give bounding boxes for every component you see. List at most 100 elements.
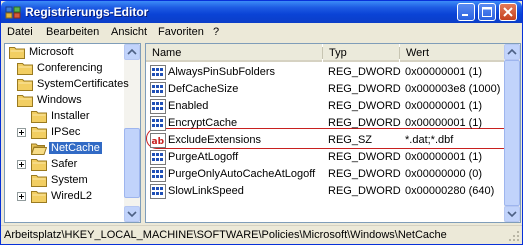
- registry-value-row[interactable]: PurgeOnlyAutoCacheAtLogoff REG_DWORD 0x000…: [146, 166, 502, 183]
- value-data: *.dat;*.dbf: [405, 134, 454, 146]
- value-data: 0x00000001 (1): [405, 151, 483, 163]
- open-folder-icon: [31, 143, 47, 155]
- value-type: REG_DWORD: [328, 83, 401, 95]
- value-name: Enabled: [168, 100, 209, 112]
- value-name: AlwaysPinSubFolders: [168, 66, 275, 78]
- tree-item-label: IPSec: [51, 126, 81, 138]
- value-data: 0x00000001 (1): [405, 117, 483, 129]
- registry-value-row[interactable]: DefCacheSize REG_DWORD 0x000003e8 (1000): [146, 81, 502, 98]
- registry-value-row[interactable]: PurgeAtLogoff REG_DWORD 0x00000001 (1): [146, 149, 502, 166]
- value-type: REG_DWORD: [328, 117, 401, 129]
- menu-bar: Datei Bearbeiten Ansicht Favoriten ?: [1, 23, 522, 41]
- tree-scrollbar[interactable]: [124, 44, 140, 222]
- chevron-up-icon: [127, 48, 137, 55]
- value-type: REG_DWORD: [328, 100, 401, 112]
- dword-value-icon: [150, 150, 166, 165]
- registry-value-row[interactable]: AlwaysPinSubFolders REG_DWORD 0x00000001 (…: [146, 64, 502, 81]
- expand-icon[interactable]: [17, 192, 26, 201]
- tree-item-ipsec[interactable]: IPSec: [5, 125, 123, 141]
- chevron-up-icon: [507, 48, 517, 55]
- value-type: REG_DWORD: [328, 185, 401, 197]
- tree-item-systemcertificates[interactable]: SystemCertificates: [5, 77, 129, 93]
- value-name: PurgeAtLogoff: [168, 151, 239, 163]
- tree-item-label: Safer: [51, 158, 78, 170]
- value-data: 0x00000001 (1): [405, 100, 483, 112]
- tree-item-label: Windows: [37, 94, 82, 106]
- dword-value-icon: [150, 99, 166, 114]
- tree-item-system[interactable]: System: [5, 173, 123, 189]
- registry-editor-window: Registrierungs-Editor Datei Bearbeiten A…: [0, 0, 523, 245]
- folder-icon: [31, 191, 47, 203]
- tree-item-label: Installer: [51, 110, 90, 122]
- expand-icon[interactable]: [17, 160, 26, 169]
- tree-item-microsoft[interactable]: Microsoft: [5, 45, 123, 61]
- menu-help[interactable]: ?: [213, 26, 219, 38]
- key-tree-pane[interactable]: Microsoft Conferencing SystemCertificates W…: [4, 43, 141, 223]
- menu-favorites[interactable]: Favoriten: [158, 26, 204, 38]
- tree-item-label: SystemCertificates: [37, 78, 129, 90]
- dword-value-icon: [150, 116, 166, 131]
- value-data: 0x00000000 (0): [405, 168, 483, 180]
- chevron-down-icon: [507, 211, 517, 218]
- column-header-name[interactable]: Name: [146, 44, 322, 62]
- value-name: SlowLinkSpeed: [168, 185, 244, 197]
- value-type: REG_SZ: [328, 134, 373, 146]
- registry-value-row[interactable]: EncryptCache REG_DWORD 0x00000001 (1): [146, 115, 502, 132]
- column-header-type[interactable]: Typ: [323, 44, 399, 62]
- menu-view[interactable]: Ansicht: [111, 26, 147, 38]
- folder-icon: [31, 111, 47, 123]
- maximize-button[interactable]: [478, 3, 496, 21]
- dword-value-icon: [150, 82, 166, 97]
- value-name: ExcludeExtensions: [168, 134, 261, 146]
- dword-value-icon: [150, 65, 166, 80]
- tree-item-label: System: [51, 174, 88, 186]
- folder-icon: [9, 47, 25, 59]
- folder-icon: [31, 175, 47, 187]
- tree-scroll-thumb[interactable]: [124, 128, 140, 198]
- resize-grip-icon[interactable]: [508, 230, 520, 242]
- tree-item-conferencing[interactable]: Conferencing: [5, 61, 123, 77]
- value-type: REG_DWORD: [328, 151, 401, 163]
- value-type: REG_DWORD: [328, 66, 401, 78]
- tree-scroll-up-button[interactable]: [124, 44, 140, 60]
- string-value-icon: ab: [150, 133, 166, 148]
- tree-item-windows[interactable]: Windows: [5, 93, 123, 109]
- tree-item-netcache[interactable]: NetCache: [5, 141, 123, 157]
- list-scroll-up-button[interactable]: [504, 44, 520, 60]
- registry-value-row[interactable]: Enabled REG_DWORD 0x00000001 (1): [146, 98, 502, 115]
- title-bar[interactable]: Registrierungs-Editor: [1, 1, 522, 23]
- expand-icon[interactable]: [17, 128, 26, 137]
- tree-scroll-down-button[interactable]: [124, 206, 140, 222]
- value-name: EncryptCache: [168, 117, 238, 129]
- dword-value-icon: [150, 167, 166, 182]
- dword-value-icon: [150, 184, 166, 199]
- tree-item-wiredl2[interactable]: WiredL2: [5, 189, 123, 205]
- value-name: PurgeOnlyAutoCacheAtLogoff: [168, 168, 316, 180]
- folder-icon: [31, 159, 47, 171]
- value-data: 0x000003e8 (1000): [405, 83, 501, 95]
- list-scrollbar[interactable]: [504, 44, 520, 222]
- folder-icon: [17, 79, 33, 91]
- chevron-down-icon: [127, 211, 137, 218]
- minimize-button[interactable]: [457, 3, 475, 21]
- status-bar: Arbeitsplatz\HKEY_LOCAL_MACHINE\SOFTWARE…: [1, 225, 522, 244]
- tree-item-safer[interactable]: Safer: [5, 157, 123, 173]
- tree-item-label: Conferencing: [37, 62, 103, 74]
- list-scroll-down-button[interactable]: [504, 206, 520, 222]
- menu-edit[interactable]: Bearbeiten: [46, 26, 99, 38]
- values-list-pane[interactable]: Name Typ Wert AlwaysPinSubFolders REG_DWO…: [145, 43, 521, 223]
- tree-item-installer[interactable]: Installer: [5, 109, 123, 125]
- column-header-value[interactable]: Wert: [400, 44, 504, 62]
- value-data: 0x00000001 (1): [405, 66, 483, 78]
- registry-value-row[interactable]: SlowLinkSpeed REG_DWORD 0x00000280 (640): [146, 183, 502, 200]
- tree-item-label: NetCache: [49, 142, 102, 154]
- value-name: DefCacheSize: [168, 83, 239, 95]
- list-scroll-thumb[interactable]: [504, 60, 520, 206]
- registry-editor-icon: [5, 6, 21, 19]
- registry-value-row[interactable]: ab ExcludeExtensions REG_SZ *.dat;*.dbf: [146, 132, 502, 149]
- svg-text:ab: ab: [152, 137, 165, 147]
- menu-file[interactable]: Datei: [7, 26, 33, 38]
- close-button[interactable]: [499, 3, 517, 21]
- folder-icon: [31, 127, 47, 139]
- tree-item-label: WiredL2: [51, 190, 92, 202]
